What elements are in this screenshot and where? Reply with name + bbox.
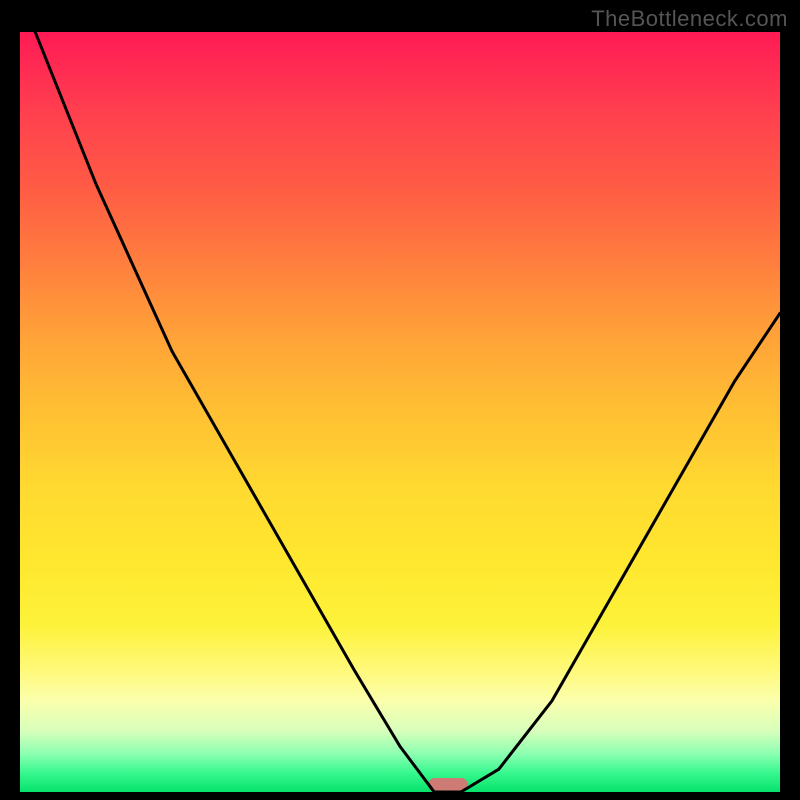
chart-frame: TheBottleneck.com [0,0,800,800]
plot-area [20,32,780,792]
bottleneck-curve [20,32,780,792]
watermark-text: TheBottleneck.com [591,6,788,32]
